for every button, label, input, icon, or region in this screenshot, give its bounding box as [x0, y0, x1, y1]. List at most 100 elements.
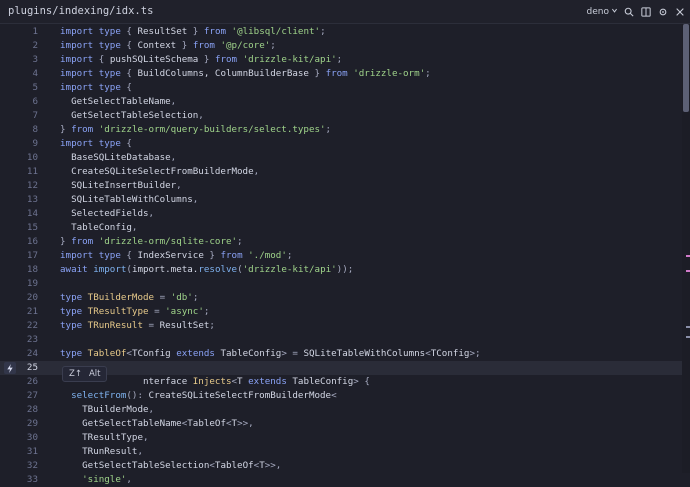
- lightning-icon[interactable]: [4, 362, 16, 374]
- code-token: >>,: [264, 460, 282, 471]
- code-line[interactable]: 3 import { pushSQLiteSchema } from 'drizz…: [0, 53, 690, 67]
- code-line[interactable]: 17 import type { IndexService } from './m…: [0, 249, 690, 263]
- inline-action-popup[interactable]: Z↑ Alt: [62, 366, 108, 382]
- code-line[interactable]: 23: [0, 333, 690, 347]
- code-token: '@p/core': [220, 40, 271, 51]
- code-token: import.meta.: [131, 264, 199, 275]
- code-token: '@libsql/client': [231, 26, 321, 37]
- code-token: }: [203, 54, 215, 65]
- code-token: ,: [198, 110, 204, 121]
- code-token: ;: [203, 306, 210, 317]
- code-token: ;: [325, 124, 332, 135]
- code-line[interactable]: 18 await import(import.meta.resolve('driz…: [0, 263, 690, 277]
- code-line[interactable]: 33 'single',: [0, 473, 690, 487]
- search-icon[interactable]: [623, 6, 635, 18]
- scrollbar-thumb[interactable]: [683, 24, 689, 112]
- code-line[interactable]: 16} from 'drizzle-orm/sqlite-core';: [0, 235, 690, 249]
- code-line[interactable]: 19: [0, 277, 690, 291]
- code-token: BaseSQLiteDatabase: [60, 152, 171, 163]
- code-line[interactable]: 28 TBuilderMode,: [0, 403, 690, 417]
- code-token: SQLiteInsertBuilder: [60, 180, 177, 191]
- code-editor[interactable]: 1 import type { ResultSet } from '@libsql…: [0, 24, 690, 485]
- code-line[interactable]: 32 GetSelectTableSelection<TableOf<T>>,: [0, 459, 690, 473]
- code-token: 'drizzle-kit/api': [242, 264, 337, 275]
- code-token: {: [126, 68, 138, 79]
- code-token: ,: [192, 194, 199, 205]
- code-token: import type: [60, 68, 127, 79]
- code-token: ():: [126, 390, 149, 401]
- code-token: TBuilderMode: [87, 292, 160, 303]
- code-line[interactable]: 12 SQLiteInsertBuilder,: [0, 179, 690, 193]
- code-line[interactable]: 10 BaseSQLiteDatabase,: [0, 151, 690, 165]
- code-text: import type {: [60, 81, 132, 95]
- code-line[interactable]: 4 import type { BuildColumns, ColumnBuild…: [0, 67, 690, 81]
- alt-action-label[interactable]: Alt: [89, 369, 101, 379]
- code-text: TResultType,: [60, 431, 148, 445]
- split-icon[interactable]: [640, 6, 652, 18]
- code-token: SQLiteTableWithColumns: [303, 348, 426, 359]
- code-token: SelectedFields: [60, 208, 149, 219]
- code-token: ,: [131, 222, 138, 233]
- code-line[interactable]: 9 import type {: [0, 137, 690, 151]
- code-line[interactable]: 20 type TBuilderMode = 'db';: [0, 291, 690, 305]
- code-token: from: [71, 124, 99, 135]
- code-text: SelectedFields,: [60, 207, 154, 221]
- code-line[interactable]: 8} from 'drizzle-orm/query-builders/sele…: [0, 123, 690, 137]
- code-token: './mod': [248, 250, 287, 261]
- code-token: import type: [60, 138, 127, 149]
- code-line[interactable]: 15 TableConfig,: [0, 221, 690, 235]
- runtime-selector[interactable]: deno: [587, 7, 618, 17]
- line-number: 4: [32, 68, 38, 79]
- code-text: import type { Context } from '@p/core';: [60, 39, 276, 53]
- code-token: }: [314, 68, 326, 79]
- code-token: from: [71, 236, 99, 247]
- code-token: TResultType: [87, 306, 155, 317]
- line-number: 15: [26, 222, 38, 233]
- line-number: 21: [26, 306, 38, 317]
- line-number: 7: [32, 110, 38, 121]
- code-line[interactable]: 30 TResultType,: [0, 431, 690, 445]
- code-token: extends: [176, 348, 221, 359]
- code-line[interactable]: 2 import type { Context } from '@p/core';: [0, 39, 690, 53]
- code-line[interactable]: 1 import type { ResultSet } from '@libsql…: [0, 25, 690, 39]
- settings-icon[interactable]: [657, 6, 669, 18]
- code-text: BaseSQLiteDatabase,: [60, 151, 176, 165]
- line-number: 1: [32, 26, 38, 37]
- line-number: 18: [26, 264, 38, 275]
- code-line[interactable]: 27 selectFrom(): CreateSQLiteSelectFromB…: [0, 389, 690, 403]
- code-token: 'async': [165, 306, 204, 317]
- code-token: TRunResult: [87, 320, 149, 331]
- editor-tab-bar: plugins/indexing/idx.ts deno: [0, 0, 690, 24]
- diagnostic-marker: [686, 336, 690, 338]
- code-token: ;: [336, 54, 343, 65]
- line-number: 13: [26, 194, 38, 205]
- code-line[interactable]: 14 SelectedFields,: [0, 207, 690, 221]
- line-number: 6: [32, 96, 38, 107]
- code-line[interactable]: 6 GetSelectTableName,: [0, 95, 690, 109]
- file-path[interactable]: plugins/indexing/idx.ts: [8, 5, 153, 17]
- line-number: 28: [26, 404, 38, 415]
- close-icon[interactable]: [674, 6, 686, 18]
- code-line[interactable]: 29 GetSelectTableName<TableOf<T>>,: [0, 417, 690, 431]
- editor-toolbar: deno: [587, 4, 686, 20]
- code-token: }: [60, 236, 72, 247]
- code-text: import type { IndexService } from './mod…: [60, 249, 292, 263]
- code-token: extends: [248, 376, 293, 387]
- code-token: TableOf: [187, 418, 226, 429]
- code-token: >;: [469, 348, 481, 359]
- code-line[interactable]: 11 CreateSQLiteSelectFromBuilderMode,: [0, 165, 690, 179]
- code-line[interactable]: 24 type TableOf<TConfig extends TableConf…: [0, 347, 690, 361]
- code-token: ,: [170, 96, 177, 107]
- code-line[interactable]: 21 type TResultType = 'async';: [0, 305, 690, 319]
- code-token: ;: [286, 250, 293, 261]
- code-line[interactable]: 31 TRunResult,: [0, 445, 690, 459]
- code-line[interactable]: 5 import type {: [0, 81, 690, 95]
- code-token: BuildColumns, ColumnBuilderBase: [137, 68, 315, 79]
- code-line[interactable]: 22 type TRunResult = ResultSet;: [0, 319, 690, 333]
- code-line[interactable]: 13 SQLiteTableWithColumns,: [0, 193, 690, 207]
- line-number: 32: [26, 460, 38, 471]
- code-text: import { pushSQLiteSchema } from 'drizzl…: [60, 53, 342, 67]
- code-token: CreateSQLiteSelectFromBuilderMode: [148, 390, 332, 401]
- code-line[interactable]: 7 GetSelectTableSelection,: [0, 109, 690, 123]
- code-text: type TableOf<TConfig extends TableConfig…: [60, 347, 481, 361]
